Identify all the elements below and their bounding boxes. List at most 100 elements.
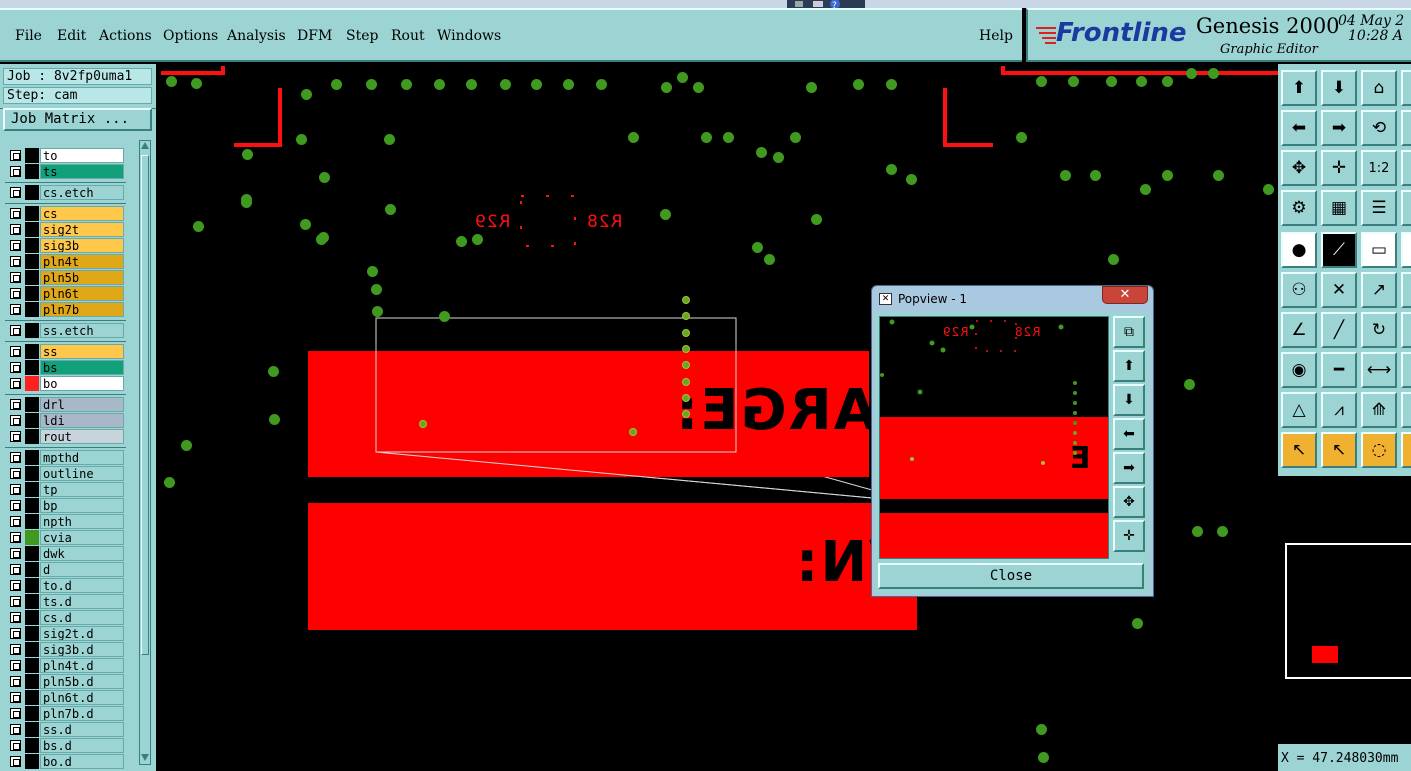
layer-color-swatch[interactable] bbox=[25, 706, 39, 721]
layer-color-swatch[interactable] bbox=[25, 498, 39, 513]
layer-row[interactable]: pln6t bbox=[5, 286, 126, 301]
popview-pan-right-button[interactable]: ➡ bbox=[1113, 452, 1145, 484]
layer-checkbox[interactable] bbox=[10, 628, 21, 639]
layer-row[interactable]: ss bbox=[5, 344, 126, 359]
layer-color-swatch[interactable] bbox=[25, 302, 39, 317]
layer-color-swatch[interactable] bbox=[25, 185, 39, 200]
layer-name[interactable]: ts bbox=[40, 164, 124, 179]
layer-row[interactable]: cs.d bbox=[5, 610, 126, 625]
layer-row[interactable]: sig2t.d bbox=[5, 626, 126, 641]
layer-checkbox[interactable] bbox=[10, 708, 21, 719]
tool-button[interactable]: 1:2 bbox=[1361, 150, 1397, 186]
tool-button[interactable]: ↗ bbox=[1361, 272, 1397, 308]
layer-name[interactable]: ss.etch bbox=[40, 323, 124, 338]
tool-button[interactable]: ⌂ bbox=[1361, 70, 1397, 106]
layer-row[interactable]: pln5b.d bbox=[5, 674, 126, 689]
layer-color-swatch[interactable] bbox=[25, 270, 39, 285]
tool-button[interactable]: ⬇ bbox=[1321, 70, 1357, 106]
tool-button[interactable]: ● bbox=[1281, 232, 1317, 268]
layer-name[interactable]: bs.d bbox=[40, 738, 124, 753]
layer-checkbox[interactable] bbox=[10, 325, 21, 336]
layer-checkbox[interactable] bbox=[10, 644, 21, 655]
tool-button[interactable]: ⟷ bbox=[1361, 352, 1397, 388]
layer-checkbox[interactable] bbox=[10, 346, 21, 357]
layer-row[interactable]: sig2t bbox=[5, 222, 126, 237]
layer-checkbox[interactable] bbox=[10, 596, 21, 607]
tool-button[interactable]: ➡ bbox=[1321, 110, 1357, 146]
layer-row[interactable]: d bbox=[5, 562, 126, 577]
layer-checkbox[interactable] bbox=[10, 500, 21, 511]
popview-zoom-out-button[interactable]: ✥ bbox=[1113, 486, 1145, 518]
job-matrix-button[interactable]: Job Matrix ... bbox=[3, 108, 152, 131]
layer-color-swatch[interactable] bbox=[25, 222, 39, 237]
layer-name[interactable]: pln6t bbox=[40, 286, 124, 301]
tool-button[interactable]: ▯ bbox=[1401, 110, 1411, 146]
layer-row[interactable]: bs.d bbox=[5, 738, 126, 753]
layer-checkbox[interactable] bbox=[10, 756, 21, 767]
layer-checkbox[interactable] bbox=[10, 740, 21, 751]
layer-color-swatch[interactable] bbox=[25, 286, 39, 301]
layer-row[interactable]: sig3b.d bbox=[5, 642, 126, 657]
layer-row[interactable]: cs bbox=[5, 206, 126, 221]
layer-checkbox[interactable] bbox=[10, 452, 21, 463]
layer-color-swatch[interactable] bbox=[25, 344, 39, 359]
layer-name[interactable]: ldi bbox=[40, 413, 124, 428]
menu-help[interactable]: Help bbox=[979, 28, 1013, 44]
popview-center-button[interactable]: ✛ bbox=[1113, 520, 1145, 552]
layer-color-swatch[interactable] bbox=[25, 546, 39, 561]
layer-checkbox[interactable] bbox=[10, 208, 21, 219]
layer-row[interactable]: bp bbox=[5, 498, 126, 513]
layer-name[interactable]: cvia bbox=[40, 530, 124, 545]
tool-button[interactable]: ⬆ bbox=[1281, 70, 1317, 106]
layer-name[interactable]: sig2t bbox=[40, 222, 124, 237]
layer-row[interactable]: bo bbox=[5, 376, 126, 391]
layer-name[interactable]: cs bbox=[40, 206, 124, 221]
layer-row[interactable]: outline bbox=[5, 466, 126, 481]
layer-name[interactable]: npth bbox=[40, 514, 124, 529]
layer-color-swatch[interactable] bbox=[25, 690, 39, 705]
layer-name[interactable]: bo.d bbox=[40, 754, 124, 769]
layer-name[interactable]: mpthd bbox=[40, 450, 124, 465]
layer-color-swatch[interactable] bbox=[25, 626, 39, 641]
tool-button[interactable]: ⩘ bbox=[1321, 392, 1357, 428]
layer-row[interactable]: pln4t bbox=[5, 254, 126, 269]
layer-name[interactable]: to bbox=[40, 148, 124, 163]
close-button[interactable]: Close bbox=[878, 563, 1144, 589]
tool-button[interactable]: ↖ bbox=[1281, 432, 1317, 468]
layer-name[interactable]: ss bbox=[40, 344, 124, 359]
layer-color-swatch[interactable] bbox=[25, 238, 39, 253]
overview-map[interactable] bbox=[1278, 476, 1411, 744]
layer-row[interactable]: sig3b bbox=[5, 238, 126, 253]
menu-edit[interactable]: Edit bbox=[57, 28, 86, 44]
layer-color-swatch[interactable] bbox=[25, 530, 39, 545]
layer-color-swatch[interactable] bbox=[25, 254, 39, 269]
layer-row[interactable]: ldi bbox=[5, 413, 126, 428]
layer-row[interactable]: mpthd bbox=[5, 450, 126, 465]
layer-row[interactable]: cs.etch bbox=[5, 185, 126, 200]
layer-name[interactable]: sig2t.d bbox=[40, 626, 124, 641]
layer-checkbox[interactable] bbox=[10, 580, 21, 591]
layer-name[interactable]: outline bbox=[40, 466, 124, 481]
popview-canvas[interactable]: R29 R28 E bbox=[879, 316, 1109, 559]
layer-checkbox[interactable] bbox=[10, 399, 21, 410]
layer-checkbox[interactable] bbox=[10, 612, 21, 623]
layer-name[interactable]: pln4t bbox=[40, 254, 124, 269]
tool-button[interactable]: ◌ bbox=[1361, 432, 1397, 468]
layer-row[interactable]: ss.d bbox=[5, 722, 126, 737]
layer-row[interactable]: ss.etch bbox=[5, 323, 126, 338]
layer-checkbox[interactable] bbox=[10, 150, 21, 161]
window-close-button[interactable]: ✕ bbox=[1102, 286, 1148, 304]
layer-color-swatch[interactable] bbox=[25, 754, 39, 769]
layer-checkbox[interactable] bbox=[10, 362, 21, 373]
layer-row[interactable]: ts.d bbox=[5, 594, 126, 609]
layer-name[interactable]: drl bbox=[40, 397, 124, 412]
tool-button[interactable]: ▯ bbox=[1401, 272, 1411, 308]
layer-color-swatch[interactable] bbox=[25, 610, 39, 625]
tool-button[interactable]: ⚇ bbox=[1281, 272, 1317, 308]
tool-button[interactable]: ✛ bbox=[1321, 150, 1357, 186]
popview-pan-up-button[interactable]: ⬆ bbox=[1113, 350, 1145, 382]
layer-color-swatch[interactable] bbox=[25, 482, 39, 497]
tool-button[interactable]: ▯ bbox=[1401, 312, 1411, 348]
tool-button[interactable]: ▯ bbox=[1401, 232, 1411, 268]
menu-options[interactable]: Options bbox=[163, 28, 218, 44]
